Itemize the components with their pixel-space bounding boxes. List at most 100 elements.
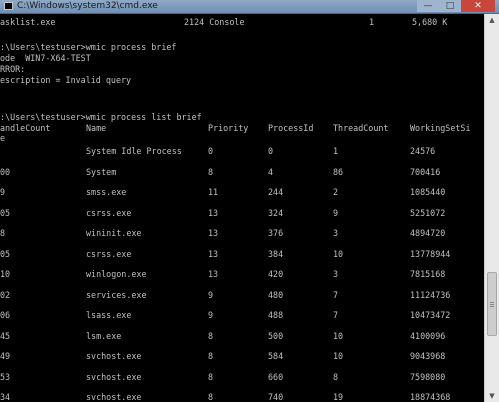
cell-workingsetsize: 9043968 — [410, 351, 446, 361]
vertical-scrollbar[interactable]: ▲ ▼ — [484, 14, 499, 402]
window-controls: — □ ✕ — [417, 0, 495, 13]
cell-name: lsm.exe — [86, 331, 122, 341]
header-wrap-line: e — [0, 133, 6, 143]
scroll-down-arrow-icon[interactable]: ▼ — [485, 390, 499, 402]
cell-name: lsass.exe — [86, 310, 132, 320]
cell-threadcount: 19 — [333, 392, 344, 402]
cell-processid: 4 — [268, 167, 274, 177]
cell-workingsetsize: 700416 — [410, 167, 441, 177]
scroll-up-arrow-icon[interactable]: ▲ — [485, 14, 499, 26]
cell-handlecount: 10 — [0, 269, 11, 279]
header-threadcount: ThreadCount — [333, 123, 389, 133]
maximize-button[interactable]: □ — [439, 0, 461, 12]
cell-handlecount: 00 — [0, 167, 11, 177]
cell-priority: 8 — [208, 167, 214, 177]
tasklist-session-number: 1 — [369, 17, 375, 27]
cell-threadcount: 10 — [333, 249, 344, 259]
cell-processid: 0 — [268, 146, 274, 156]
cell-threadcount: 86 — [333, 167, 344, 177]
cell-name: System Idle Process — [86, 146, 182, 156]
cell-workingsetsize: 13778944 — [410, 249, 451, 259]
cell-handlecount: 45 — [0, 331, 11, 341]
console-output[interactable]: asklist.exe 2124 Console 1 5,680 K :\Use… — [0, 14, 484, 402]
cell-handlecount: 05 — [0, 249, 11, 259]
cell-threadcount: 1 — [333, 146, 339, 156]
cell-workingsetsize: 18874368 — [410, 392, 451, 402]
cell-workingsetsize: 4894720 — [410, 228, 446, 238]
cell-name: smss.exe — [86, 187, 127, 197]
cell-priority: 0 — [208, 146, 214, 156]
cell-threadcount: 8 — [333, 372, 339, 382]
cell-handlecount: 49 — [0, 351, 11, 361]
cell-workingsetsize: 24576 — [410, 146, 436, 156]
cell-processid: 480 — [268, 290, 284, 300]
cell-workingsetsize: 4100096 — [410, 331, 446, 341]
cell-processid: 244 — [268, 187, 284, 197]
grip-icon — [490, 302, 494, 303]
cell-name: svchost.exe — [86, 351, 142, 361]
cell-handlecount: 8 — [0, 228, 6, 238]
cell-handlecount: 53 — [0, 372, 11, 382]
tasklist-session: 2124 Console — [184, 17, 245, 27]
cell-priority: 8 — [208, 372, 214, 382]
minimize-button[interactable]: — — [417, 0, 439, 12]
cmd-window: C:\Windows\system32\cmd.exe — □ ✕ asklis… — [0, 0, 499, 402]
header-handlecount: andleCount — [0, 123, 51, 133]
cell-processid: 384 — [268, 249, 284, 259]
cell-processid: 660 — [268, 372, 284, 382]
cell-handlecount: 34 — [0, 392, 11, 402]
cell-handlecount: 9 — [0, 187, 6, 197]
cell-priority: 9 — [208, 310, 214, 320]
cell-workingsetsize: 11124736 — [410, 290, 451, 300]
tasklist-image: asklist.exe — [0, 17, 56, 27]
cell-priority: 8 — [208, 331, 214, 341]
cell-name: svchost.exe — [86, 372, 142, 382]
cell-name: services.exe — [86, 290, 147, 300]
cell-processid: 420 — [268, 269, 284, 279]
cell-processid: 740 — [268, 392, 284, 402]
cell-priority: 13 — [208, 269, 219, 279]
cell-workingsetsize: 5251072 — [410, 208, 446, 218]
cell-name: csrss.exe — [86, 208, 132, 218]
cell-threadcount: 10 — [333, 351, 344, 361]
cell-processid: 500 — [268, 331, 284, 341]
window-title: C:\Windows\system32\cmd.exe — [17, 1, 158, 11]
cell-threadcount: 3 — [333, 269, 339, 279]
scrollbar-thumb[interactable] — [487, 272, 497, 336]
cell-name: winlogon.exe — [86, 269, 147, 279]
cell-processid: 376 — [268, 228, 284, 238]
tasklist-memory: 5,680 K — [412, 17, 448, 27]
cell-processid: 488 — [268, 310, 284, 320]
cell-priority: 13 — [208, 208, 219, 218]
cell-threadcount: 10 — [333, 331, 344, 341]
cell-handlecount: 06 — [0, 310, 11, 320]
cell-workingsetsize: 10473472 — [410, 310, 451, 320]
cell-threadcount: 7 — [333, 290, 339, 300]
cell-priority: 13 — [208, 228, 219, 238]
cell-threadcount: 9 — [333, 208, 339, 218]
cell-threadcount: 3 — [333, 228, 339, 238]
cell-processid: 324 — [268, 208, 284, 218]
cell-priority: 9 — [208, 290, 214, 300]
cell-processid: 584 — [268, 351, 284, 361]
cell-threadcount: 7 — [333, 310, 339, 320]
cell-handlecount: 02 — [0, 290, 11, 300]
cell-priority: 11 — [208, 187, 219, 197]
cell-handlecount: 05 — [0, 208, 11, 218]
tasklist-row: asklist.exe 2124 Console 1 5,680 K — [0, 16, 447, 28]
cell-priority: 8 — [208, 351, 214, 361]
header-name: Name — [86, 123, 107, 133]
cell-name: svchost.exe — [86, 392, 142, 402]
close-button[interactable]: ✕ — [461, 0, 495, 12]
cell-threadcount: 2 — [333, 187, 339, 197]
cell-name: wininit.exe — [86, 228, 142, 238]
header-workingsetsize: WorkingSetSi — [410, 123, 471, 133]
title-bar[interactable]: C:\Windows\system32\cmd.exe — □ ✕ — [0, 0, 499, 14]
cell-priority: 8 — [208, 392, 214, 402]
cell-workingsetsize: 1085440 — [410, 187, 446, 197]
cell-name: System — [86, 167, 117, 177]
cell-workingsetsize: 7815168 — [410, 269, 446, 279]
cell-priority: 13 — [208, 249, 219, 259]
cmd-icon — [4, 2, 13, 10]
description-line: escription = Invalid query — [0, 75, 132, 85]
